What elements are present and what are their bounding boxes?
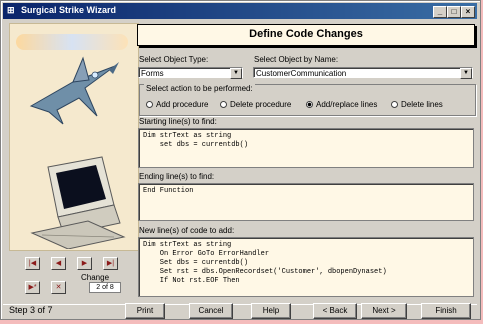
starting-lines-label: Starting line(s) to find: <box>139 117 217 126</box>
radio-delete-procedure[interactable]: Delete procedure <box>220 100 291 109</box>
new-lines-input[interactable]: Dim strText as string On Error GoTo Erro… <box>138 237 474 297</box>
cancel-button[interactable]: Cancel <box>189 303 233 319</box>
radio-delete-lines[interactable]: Delete lines <box>391 100 443 109</box>
ending-lines-label: Ending line(s) to find: <box>139 172 215 181</box>
chevron-down-icon[interactable]: ▼ <box>230 68 242 79</box>
last-record-button[interactable]: ▶| <box>103 257 118 270</box>
change-label: Change <box>81 273 110 282</box>
radio-add-replace-lines[interactable]: Add/replace lines <box>306 100 377 109</box>
print-button[interactable]: Print <box>125 303 165 319</box>
close-button[interactable]: × <box>461 6 475 18</box>
ending-lines-input[interactable]: End Function <box>138 183 474 221</box>
window-title: Surgical Strike Wizard <box>21 5 116 15</box>
wizard-window: ⊞ Surgical Strike Wizard _ □ × Define Co… <box>0 0 481 320</box>
chevron-down-icon[interactable]: ▼ <box>460 68 472 79</box>
maximize-button[interactable]: □ <box>447 6 461 18</box>
finish-button[interactable]: Finish <box>421 303 471 319</box>
back-button[interactable]: < Back <box>313 303 357 319</box>
radio-label: Add procedure <box>156 100 209 109</box>
radio-label: Delete lines <box>401 100 443 109</box>
object-name-select[interactable]: CustomerCommunication ▼ <box>253 67 473 79</box>
radio-icon <box>146 101 153 108</box>
title-bar: ⊞ Surgical Strike Wizard _ □ × <box>3 3 477 19</box>
object-type-select[interactable]: Forms ▼ <box>138 67 243 79</box>
wizard-illustration <box>9 23 139 251</box>
record-counter: 2 of 8 <box>89 282 121 293</box>
object-name-value: CustomerCommunication <box>256 69 347 78</box>
delete-record-button[interactable]: ✕ <box>51 281 66 294</box>
app-icon: ⊞ <box>7 5 15 15</box>
starting-lines-input[interactable]: Dim strText as string set dbs = currentd… <box>138 128 474 168</box>
step-indicator: Step 3 of 7 <box>9 305 53 315</box>
next-record-button[interactable]: ▶ <box>77 257 92 270</box>
radio-add-procedure[interactable]: Add procedure <box>146 100 208 109</box>
next-button[interactable]: Next > <box>361 303 407 319</box>
first-record-button[interactable]: |◀ <box>25 257 40 270</box>
object-name-label: Select Object by Name: <box>254 55 339 64</box>
minimize-button[interactable]: _ <box>433 6 447 18</box>
action-group: Select action to be performed: Add proce… <box>139 84 476 116</box>
page-title: Define Code Changes <box>137 24 475 46</box>
previous-record-button[interactable]: ◀ <box>51 257 66 270</box>
radio-icon <box>220 101 227 108</box>
radio-label: Delete procedure <box>230 100 292 109</box>
radio-icon <box>391 101 398 108</box>
computer-icon <box>30 156 126 249</box>
new-record-button[interactable]: ▶* <box>25 281 40 294</box>
new-lines-label: New line(s) of code to add: <box>139 226 235 235</box>
radio-selected-icon <box>306 101 313 108</box>
help-button[interactable]: Help <box>251 303 291 319</box>
object-type-label: Select Object Type: <box>139 55 209 64</box>
action-group-label: Select action to be performed: <box>144 84 255 93</box>
fighter-jet-icon <box>29 56 119 125</box>
radio-label: Add/replace lines <box>316 100 378 109</box>
object-type-value: Forms <box>141 69 164 78</box>
